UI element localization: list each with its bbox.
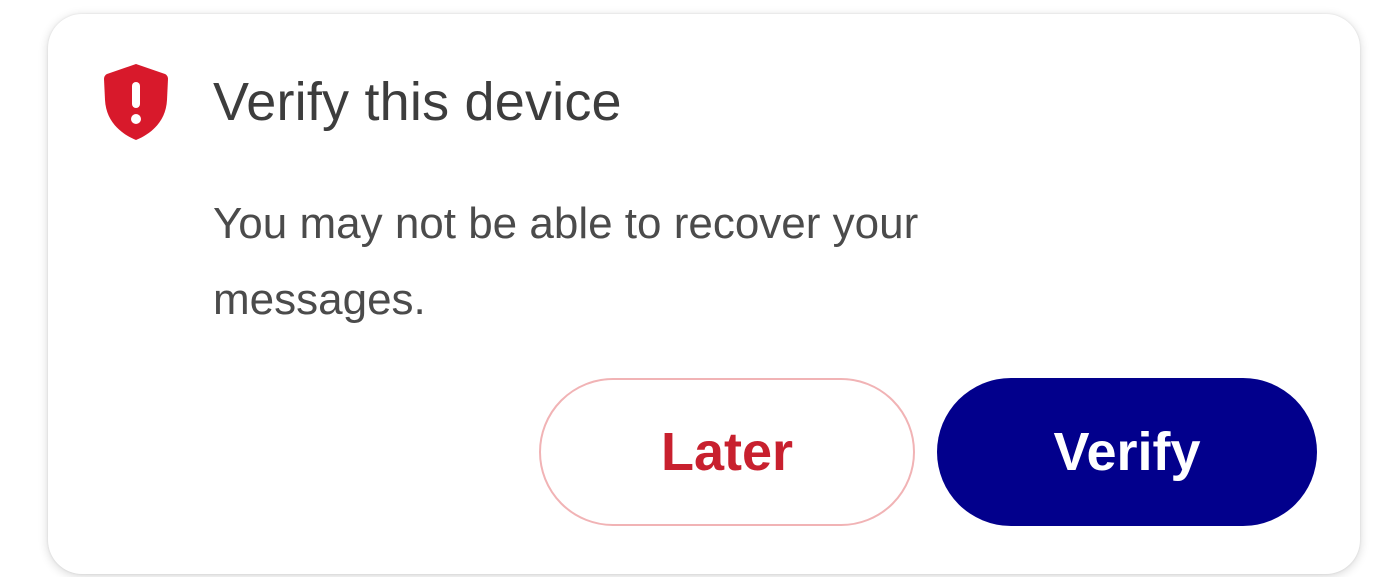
later-button[interactable]: Later — [539, 378, 915, 526]
dialog-message: You may not be able to recover your mess… — [213, 199, 919, 324]
verify-button[interactable]: Verify — [937, 378, 1317, 526]
dialog-title: Verify this device — [213, 72, 622, 132]
shield-alert-icon — [103, 62, 169, 142]
